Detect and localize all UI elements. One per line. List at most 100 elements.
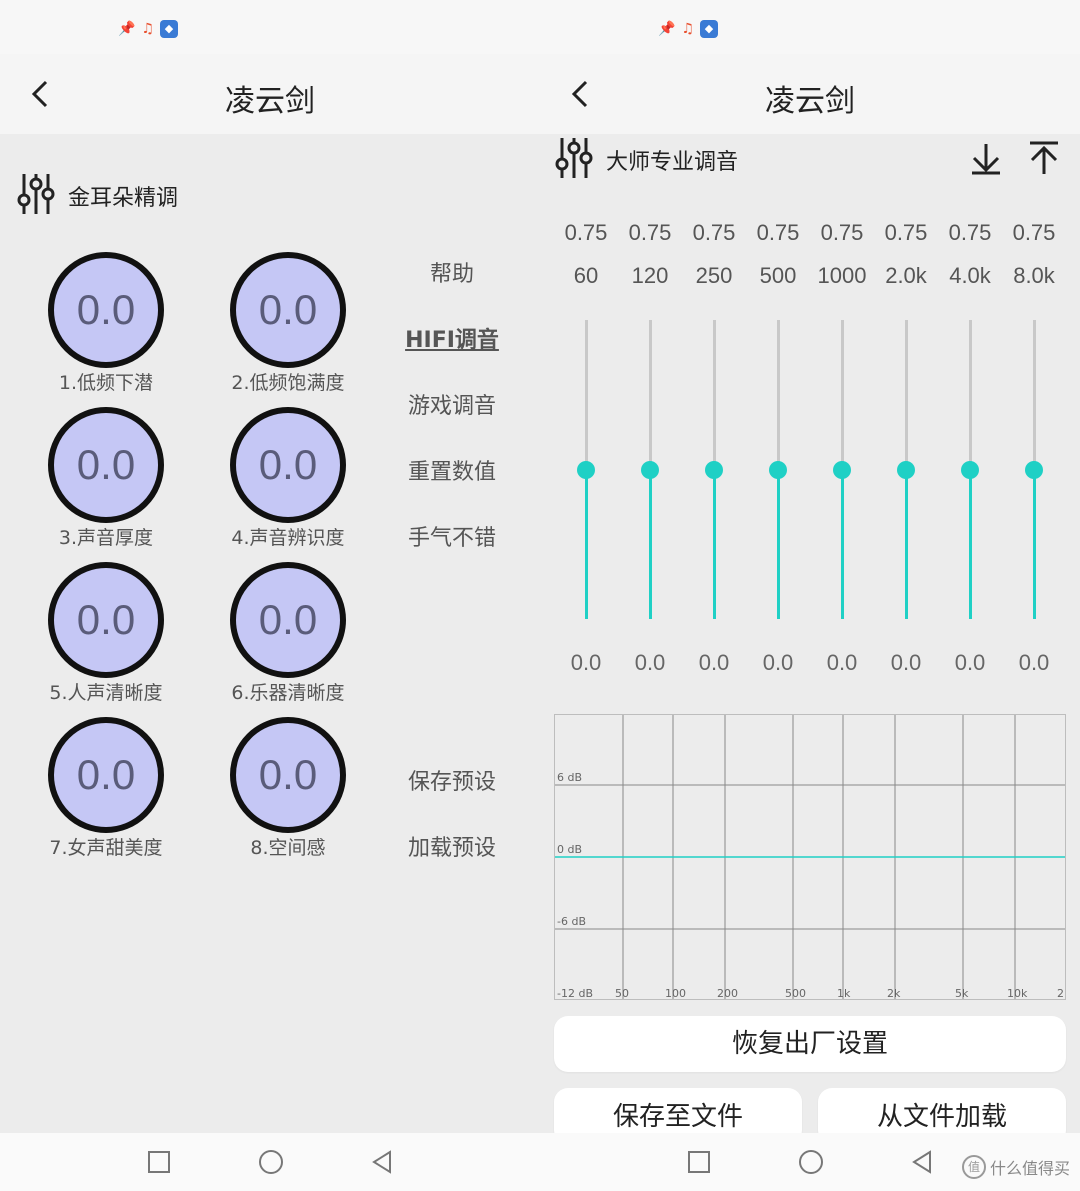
app-icon: ◆ [700,20,718,38]
graph-freq-label: 100 [665,987,686,999]
menu-hifi-tuning[interactable]: HIFI调音 [372,322,532,354]
upload-icon[interactable] [1026,140,1062,176]
band-slider-track[interactable] [841,320,844,470]
knob-value: 0.0 [76,441,136,488]
band-q-value: 0.75 [820,220,864,245]
band-slider-fill[interactable] [649,469,652,619]
nav-square-icon[interactable] [684,1147,714,1177]
knob-2[interactable]: 0.0 [230,252,346,368]
download-icon[interactable] [968,140,1004,176]
nav-back-icon[interactable] [368,1147,398,1177]
band-slider-fill[interactable] [777,469,780,619]
menu-feeling-lucky[interactable]: 手气不错 [372,520,532,552]
app-bar: 凌云剑 [540,54,1080,134]
knob-5[interactable]: 0.0 [48,562,164,678]
watermark-text: 什么值得买 [989,1159,1070,1178]
knob-1[interactable]: 0.0 [48,252,164,368]
band-slider-track[interactable] [1033,320,1036,470]
band-slider-fill[interactable] [585,469,588,619]
graph-canvas: 6 dB 0 dB -6 dB -12 dB 50 100 200 500 1k 2k 5k 10k 2 [555,715,1065,1000]
graph-db-label: 0 dB [557,843,582,856]
band-q-value: 0.75 [692,220,736,245]
band-frequency: 4.0k [949,263,991,288]
graph-freq-label: 2k [887,987,901,999]
band-gain-value: 0.0 [634,650,666,675]
knob-value: 0.0 [258,751,318,798]
band-slider-fill[interactable] [713,469,716,619]
knob-3[interactable]: 0.0 [48,407,164,523]
right-screen: 📌 ♫ ◆ 凌云剑 大师专业调音 0.75 60 0.0 0.75 120 0.0 0. [540,0,1080,1191]
equalizer-icon [554,136,594,184]
band-slider-track[interactable] [905,320,908,470]
band-slider-track[interactable] [585,320,588,470]
watermark: 值 什么值得买 [961,1155,1070,1179]
knob-8[interactable]: 0.0 [230,717,346,833]
graph-freq-label: 1k [837,987,851,999]
knob-4[interactable]: 0.0 [230,407,346,523]
section-header: 金耳朵精调 [16,172,178,220]
nav-back-icon[interactable] [908,1147,938,1177]
band-slider-track[interactable] [777,320,780,470]
knob-6[interactable]: 0.0 [230,562,346,678]
nav-bar [0,1133,540,1191]
section-title: 大师专业调音 [606,150,739,175]
band-slider-track[interactable] [969,320,972,470]
band-slider-fill[interactable] [841,469,844,619]
knob-7[interactable]: 0.0 [48,717,164,833]
app-bar: 凌云剑 [0,54,540,134]
app-title: 凌云剑 [225,84,315,119]
band-q-value: 0.75 [884,220,928,245]
status-bar: 📌 ♫ ◆ [540,0,1080,54]
menu-reset-values[interactable]: 重置数值 [372,454,532,486]
graph-freq-label: 200 [717,987,738,999]
nav-home-icon[interactable] [796,1147,826,1177]
left-screen: 📌 ♫ ◆ 凌云剑 金耳朵精调 0.0 1.低频下潜 0.0 2.低频饱满度 0… [0,0,540,1191]
band-slider-thumb[interactable] [641,460,659,479]
band-gain-value: 0.0 [826,650,858,675]
band-frequency: 60 [573,263,599,288]
knob-label: 1.低频下潜 [58,372,154,394]
menu-load-preset[interactable]: 加载预设 [372,830,532,862]
music-icon: ♫ [681,21,694,37]
menu-save-preset[interactable]: 保存预设 [372,764,532,796]
watermark-logo-icon: 值 [961,1155,986,1179]
frequency-response-graph: 6 dB 0 dB -6 dB -12 dB 50 100 200 500 1k 2k 5k 10k 2 [554,714,1066,1000]
pin-icon: 📌 [658,21,676,37]
graph-db-label: 6 dB [557,771,582,784]
band-slider-thumb[interactable] [705,460,723,479]
app-title: 凌云剑 [765,84,855,119]
graph-freq-label: 10k [1007,987,1028,999]
menu-help[interactable]: 帮助 [372,256,532,288]
knob-label: 4.声音辨识度 [231,527,345,549]
menu-game-tuning[interactable]: 游戏调音 [372,388,532,420]
band-slider-thumb[interactable] [897,460,915,479]
band-slider-fill[interactable] [905,469,908,619]
graph-freq-label: 5k [955,987,969,999]
band-slider-fill[interactable] [1033,469,1036,619]
knob-value: 0.0 [76,596,136,643]
music-icon: ♫ [141,21,154,37]
band-slider-track[interactable] [713,320,716,470]
band-slider-thumb[interactable] [577,460,595,479]
band-slider-thumb[interactable] [833,460,851,479]
nav-bar: 值 什么值得买 [540,1133,1080,1191]
graph-freq-label: 50 [615,987,629,999]
band-q-value: 0.75 [756,220,800,245]
knob-label: 2.低频饱满度 [231,372,345,394]
knob-label: 7.女声甜美度 [49,837,163,859]
reset-factory-button[interactable]: 恢复出厂设置 [554,1016,1066,1072]
band-frequency: 120 [631,263,669,288]
knob-label: 3.声音厚度 [58,527,154,549]
section-title: 金耳朵精调 [68,186,179,211]
band-slider-thumb[interactable] [769,460,787,479]
nav-square-icon[interactable] [144,1147,174,1177]
band-q-value: 0.75 [564,220,608,245]
band-slider-thumb[interactable] [1025,460,1043,479]
band-gain-value: 0.0 [890,650,922,675]
band-slider-track[interactable] [649,320,652,470]
band-slider-thumb[interactable] [961,460,979,479]
band-slider-fill[interactable] [969,469,972,619]
knob-value: 0.0 [76,751,136,798]
nav-home-icon[interactable] [256,1147,286,1177]
band-gain-value: 0.0 [570,650,602,675]
